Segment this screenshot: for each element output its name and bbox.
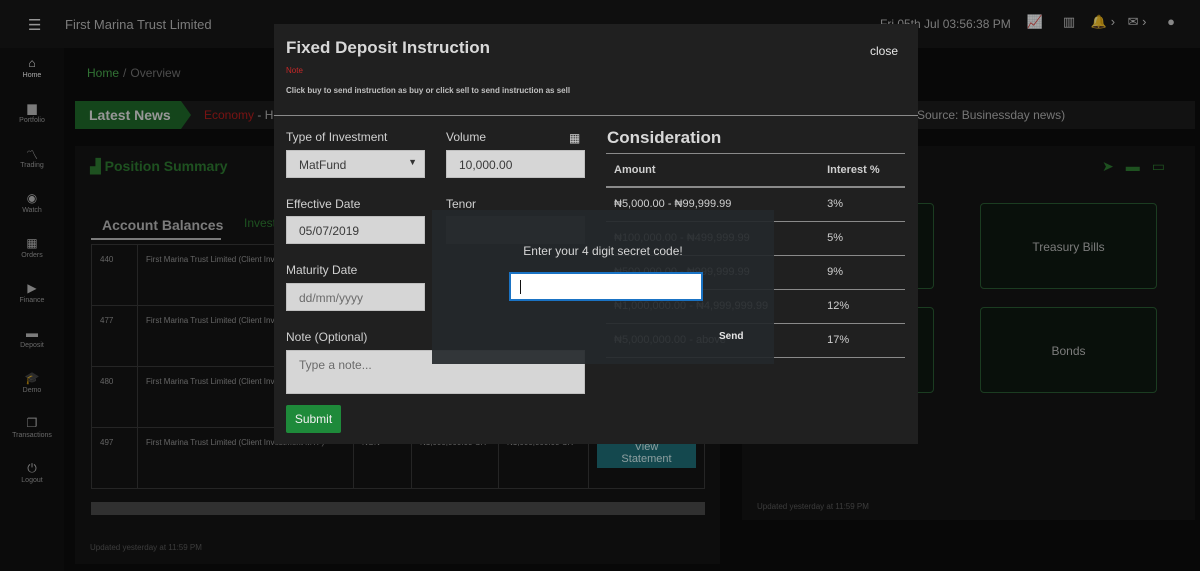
close-button[interactable]: close bbox=[870, 44, 898, 58]
chevron-down-icon: ▼ bbox=[408, 157, 417, 167]
calculator-icon[interactable]: ▦ bbox=[569, 131, 580, 145]
divider bbox=[274, 115, 918, 116]
maturity-date-label: Maturity Date bbox=[286, 263, 358, 277]
secret-code-prompt: Enter your 4 digit secret code! bbox=[523, 244, 683, 258]
submit-button[interactable]: Submit bbox=[286, 405, 341, 433]
note-optional-label: Note (Optional) bbox=[286, 330, 368, 344]
text-cursor bbox=[520, 280, 521, 294]
type-of-investment-label: Type of Investment bbox=[286, 130, 388, 144]
note-label: Note bbox=[286, 66, 303, 75]
cell-rate: 3% bbox=[819, 187, 905, 222]
cell-rate: 5% bbox=[819, 221, 905, 256]
maturity-date-input[interactable]: dd/mm/yyyy bbox=[286, 283, 425, 311]
effective-date-input[interactable]: 05/07/2019 bbox=[286, 216, 425, 244]
secret-code-dialog: Enter your 4 digit secret code! Send bbox=[432, 210, 774, 364]
column-header: Interest % bbox=[819, 153, 905, 188]
tenor-label: Tenor bbox=[446, 197, 477, 211]
modal-title: Fixed Deposit Instruction bbox=[286, 38, 491, 57]
select-value: MatFund bbox=[299, 158, 347, 172]
instruction-text: Click buy to send instruction as buy or … bbox=[286, 86, 571, 95]
table-header-row: Amount Interest % bbox=[606, 153, 905, 188]
volume-input[interactable]: 10,000.00 bbox=[446, 150, 585, 178]
cell-rate: 12% bbox=[819, 289, 905, 324]
secret-code-input[interactable] bbox=[509, 272, 703, 301]
cell-rate: 9% bbox=[819, 255, 905, 290]
cell-rate: 17% bbox=[819, 323, 905, 358]
volume-label: Volume bbox=[446, 130, 487, 144]
type-of-investment-select[interactable]: MatFund ▼ bbox=[286, 150, 425, 178]
effective-date-label: Effective Date bbox=[286, 197, 361, 211]
column-header: Amount bbox=[606, 153, 820, 188]
send-button[interactable]: Send bbox=[719, 331, 743, 342]
consideration-title: Consideration bbox=[607, 128, 722, 147]
